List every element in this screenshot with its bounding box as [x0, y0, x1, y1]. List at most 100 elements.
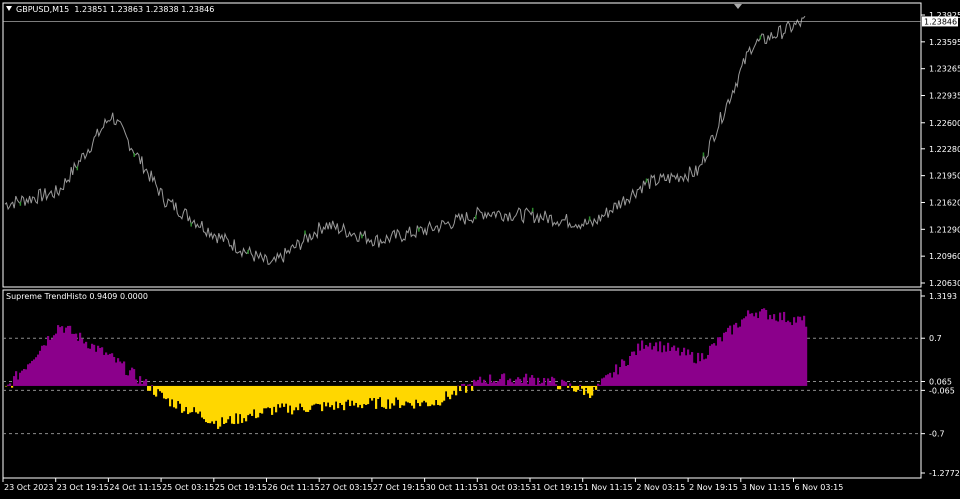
dropdown-triangle-icon[interactable]: [6, 6, 12, 11]
histogram-bar: [557, 385, 560, 390]
histogram-bar: [429, 385, 432, 407]
histogram-bar: [103, 354, 106, 386]
histogram-bar: [129, 370, 132, 386]
histogram-bar: [569, 383, 572, 386]
histogram-bar: [599, 384, 602, 386]
histogram-bar: [51, 338, 54, 386]
histogram-bar: [75, 333, 78, 386]
histogram-bar: [697, 352, 700, 386]
histogram-bar: [5, 385, 8, 387]
histogram-bar: [573, 385, 576, 392]
histogram-bar: [681, 351, 684, 386]
histogram-bar: [653, 346, 656, 386]
histogram-bar: [703, 359, 706, 386]
histogram-bar: [91, 343, 94, 386]
histogram-bar: [683, 347, 686, 386]
indicator-header: Supreme TrendHisto 0.9409 0.0000: [6, 292, 148, 301]
histogram-bar: [745, 316, 748, 386]
histogram-bar: [113, 356, 116, 386]
histogram-bar: [699, 361, 702, 386]
histogram-bar: [777, 321, 780, 386]
histogram-bar: [127, 375, 130, 386]
histogram-bar: [337, 385, 340, 409]
histogram-bar: [597, 383, 600, 386]
histogram-bar: [759, 311, 762, 386]
histogram-bar: [425, 385, 428, 403]
histogram-bar: [469, 384, 472, 386]
histogram-bar: [99, 347, 102, 386]
histogram-bar: [239, 385, 242, 415]
histogram-bar: [431, 385, 434, 405]
histogram-bar: [413, 385, 416, 409]
histogram-bar: [327, 385, 330, 403]
histogram-bar: [685, 355, 688, 386]
histogram-bar: [593, 385, 596, 388]
histogram-bar: [225, 385, 228, 423]
histogram-bar: [527, 384, 530, 386]
histogram-bar: [755, 312, 758, 386]
histogram-bar: [459, 385, 462, 392]
histogram-bar: [171, 385, 174, 400]
histogram-bar: [393, 385, 396, 406]
histogram-bar: [341, 385, 344, 405]
histogram-bar: [247, 385, 250, 416]
price-line: [4, 15, 806, 266]
histogram-bar: [69, 325, 72, 386]
histogram-bar: [707, 354, 710, 386]
histogram-bar: [365, 385, 368, 405]
histogram-bar: [631, 351, 634, 386]
histogram-bar: [235, 385, 238, 414]
histogram-bar: [311, 385, 314, 406]
histogram-bar: [725, 331, 728, 386]
histogram-bar: [621, 359, 624, 386]
histogram-bar: [245, 385, 248, 422]
histogram-bar: [223, 385, 226, 424]
histogram-bar: [253, 385, 256, 410]
histogram-bar: [145, 379, 148, 386]
histogram-bar: [199, 385, 202, 412]
histogram-bar: [601, 378, 604, 386]
histogram-bar: [485, 382, 488, 386]
histogram-bar: [613, 372, 616, 386]
histogram-bar: [241, 385, 244, 423]
histogram-bar: [215, 385, 218, 421]
histogram-bar: [803, 315, 806, 386]
histogram-bar: [97, 345, 100, 386]
histogram-bar: [89, 348, 92, 386]
histogram-bar: [71, 333, 74, 386]
histogram-bar: [805, 326, 808, 386]
histogram-bar: [11, 385, 14, 388]
histogram-bar: [187, 385, 190, 415]
time-tick-label: 31 Oct 19:15: [531, 483, 583, 492]
time-tick-label: 23 Oct 2023: [4, 483, 53, 492]
histogram-bar: [79, 332, 82, 386]
price-tick-label: 1.22935: [929, 92, 960, 101]
symbol-label: GBPUSD,M15: [16, 5, 70, 14]
histogram-bar: [473, 379, 476, 386]
price-tick-label: 1.21620: [929, 198, 960, 207]
histogram-bar: [723, 332, 726, 386]
histogram-bar: [45, 345, 48, 386]
trading-chart[interactable]: 1.23925 1.23595 1.23265 1.22935 1.22600 1.222…: [0, 0, 960, 495]
histogram-bar: [533, 377, 536, 386]
chart-canvas[interactable]: 1.239251.235951.232651.229351.226001.222…: [0, 0, 960, 495]
histogram-bar: [57, 325, 60, 386]
histogram-bar: [157, 385, 160, 390]
histogram-bar: [587, 385, 590, 394]
histogram-bar: [105, 352, 108, 386]
time-tick-label: 25 Oct 03:15: [162, 483, 214, 492]
histogram-bar: [517, 377, 520, 386]
histogram-bar: [677, 347, 680, 386]
histogram-bar: [383, 385, 386, 408]
histogram-bar: [159, 385, 162, 392]
histogram-bar: [419, 385, 422, 407]
time-tick-label: 1 Nov 11:15: [584, 483, 633, 492]
histogram-bar: [281, 385, 284, 404]
histogram-bar: [639, 350, 642, 386]
histogram-bar: [275, 385, 278, 413]
price-tick-label: 1.22600: [929, 119, 960, 128]
time-tick-label: 31 Oct 03:15: [478, 483, 530, 492]
histogram-bar: [489, 374, 492, 386]
histogram-bar: [117, 358, 120, 386]
histogram-bar: [709, 345, 712, 386]
